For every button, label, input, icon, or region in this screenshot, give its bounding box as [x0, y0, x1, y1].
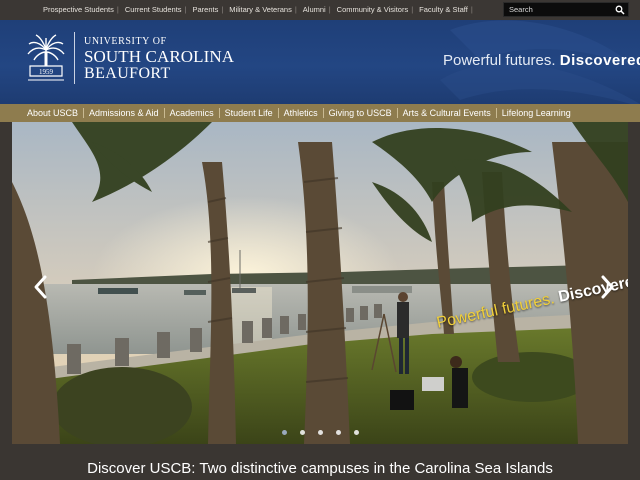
- logo-university-of[interactable]: UNIVERSITY OF: [84, 36, 167, 47]
- logo-south-carolina[interactable]: SOUTH CAROLINA: [84, 47, 234, 67]
- nav-item-admissions[interactable]: Admissions & Aid: [84, 104, 164, 122]
- hero-caption[interactable]: Discover USCB: Two distinctive campuses …: [0, 460, 640, 477]
- slide-indicators: [282, 430, 359, 435]
- nav-item-academics[interactable]: Academics: [165, 104, 219, 122]
- slide-dot-1[interactable]: [282, 430, 287, 435]
- utility-bar: Prospective Students | Current Students | …: [0, 0, 640, 20]
- utility-link-alumni[interactable]: Alumni |: [300, 4, 334, 15]
- search-box: [503, 2, 629, 17]
- logo-divider: [74, 32, 75, 84]
- nav-item-arts[interactable]: Arts & Cultural Events: [398, 104, 496, 122]
- nav-item-giving[interactable]: Giving to USCB: [324, 104, 397, 122]
- slide-dot-2[interactable]: [300, 430, 305, 435]
- utility-link-faculty[interactable]: Faculty & Staff |: [416, 4, 476, 15]
- svg-text:1959: 1959: [39, 68, 54, 76]
- nav-item-lifelong[interactable]: Lifelong Learning: [497, 104, 576, 122]
- header-tagline: Powerful futures. Discovered.: [443, 52, 640, 69]
- nav-item-about[interactable]: About USCB: [0, 104, 83, 122]
- site-header: 1959 UNIVERSITY OF SOUTH CAROLINA BEAUFO…: [0, 20, 640, 104]
- next-slide-arrow-icon[interactable]: [598, 274, 616, 300]
- previous-slide-arrow-icon[interactable]: [32, 274, 50, 300]
- nav-item-student-life[interactable]: Student Life: [220, 104, 278, 122]
- utility-link-parents[interactable]: Parents |: [189, 4, 226, 15]
- logo-beaufort[interactable]: BEAUFORT: [84, 65, 171, 83]
- search-input[interactable]: [504, 5, 609, 14]
- palmetto-seal-icon[interactable]: 1959: [24, 32, 68, 86]
- utility-link-prospective[interactable]: Prospective Students |: [40, 4, 122, 15]
- utility-link-community[interactable]: Community & Visitors |: [334, 4, 417, 15]
- hero-slideshow: Powerful futures. Discovered.: [12, 122, 628, 444]
- slide-dot-4[interactable]: [336, 430, 341, 435]
- slide-dot-3[interactable]: [318, 430, 323, 435]
- search-icon[interactable]: [615, 5, 625, 15]
- utility-link-current[interactable]: Current Students |: [122, 4, 190, 15]
- nav-item-athletics[interactable]: Athletics: [279, 104, 323, 122]
- slide-dot-5[interactable]: [354, 430, 359, 435]
- hero-photo: [12, 122, 628, 444]
- utility-link-military[interactable]: Military & Veterans |: [226, 4, 299, 15]
- utility-nav: Prospective Students | Current Students | …: [40, 4, 476, 15]
- main-nav: About USCB Admissions & Aid Academics St…: [0, 104, 640, 122]
